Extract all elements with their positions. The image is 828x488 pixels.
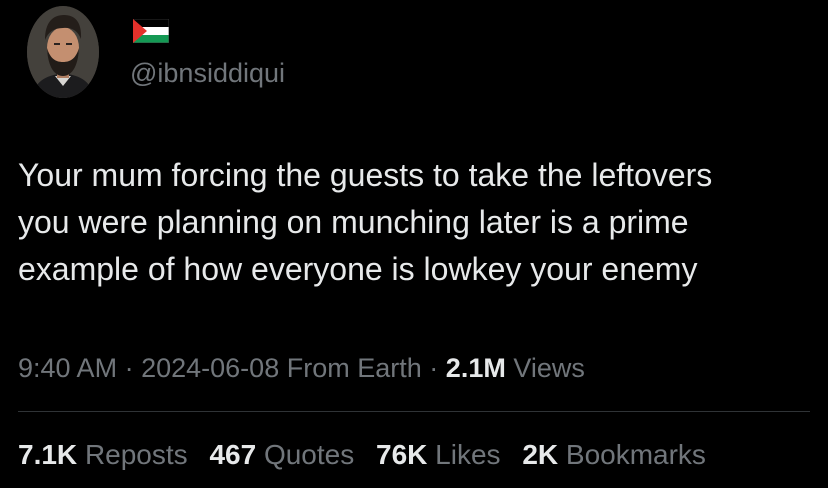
likes-stat[interactable]: 76K Likes <box>376 439 501 470</box>
bookmarks-count: 2K <box>522 439 559 470</box>
tweet: @ibnsiddiqui Your mum forcing the guests… <box>0 0 828 488</box>
tweet-time[interactable]: 9:40 AM <box>18 353 117 383</box>
quotes-label: Quotes <box>263 439 355 470</box>
reposts-count: 7.1K <box>18 439 78 470</box>
tweet-metadata: 9:40 AM · 2024-06-08 From Earth · 2.1M V… <box>18 348 585 388</box>
reposts-stat[interactable]: 7.1K Reposts <box>18 439 188 470</box>
separator: · <box>124 353 134 383</box>
avatar[interactable] <box>27 6 99 98</box>
tweet-text: Your mum forcing the guests to take the … <box>18 157 713 287</box>
avatar-image <box>27 6 99 98</box>
quotes-stat[interactable]: 467 Quotes <box>209 439 354 470</box>
separator: · <box>429 353 439 383</box>
palestine-flag-icon <box>133 19 169 43</box>
tweet-source: From Earth <box>286 353 422 383</box>
bookmarks-label: Bookmarks <box>565 439 706 470</box>
views-count[interactable]: 2.1M <box>446 353 506 383</box>
tweet-date[interactable]: 2024-06-08 <box>141 353 279 383</box>
bookmarks-stat[interactable]: 2K Bookmarks <box>522 439 706 470</box>
engagement-stats: 7.1K Reposts 467 Quotes 76K Likes 2K Boo… <box>18 435 706 475</box>
user-handle[interactable]: @ibnsiddiqui <box>130 55 285 91</box>
views-label: Views <box>513 353 585 383</box>
reposts-label: Reposts <box>84 439 188 470</box>
divider <box>18 411 810 412</box>
likes-count: 76K <box>376 439 428 470</box>
quotes-count: 467 <box>209 439 257 470</box>
likes-label: Likes <box>435 439 501 470</box>
